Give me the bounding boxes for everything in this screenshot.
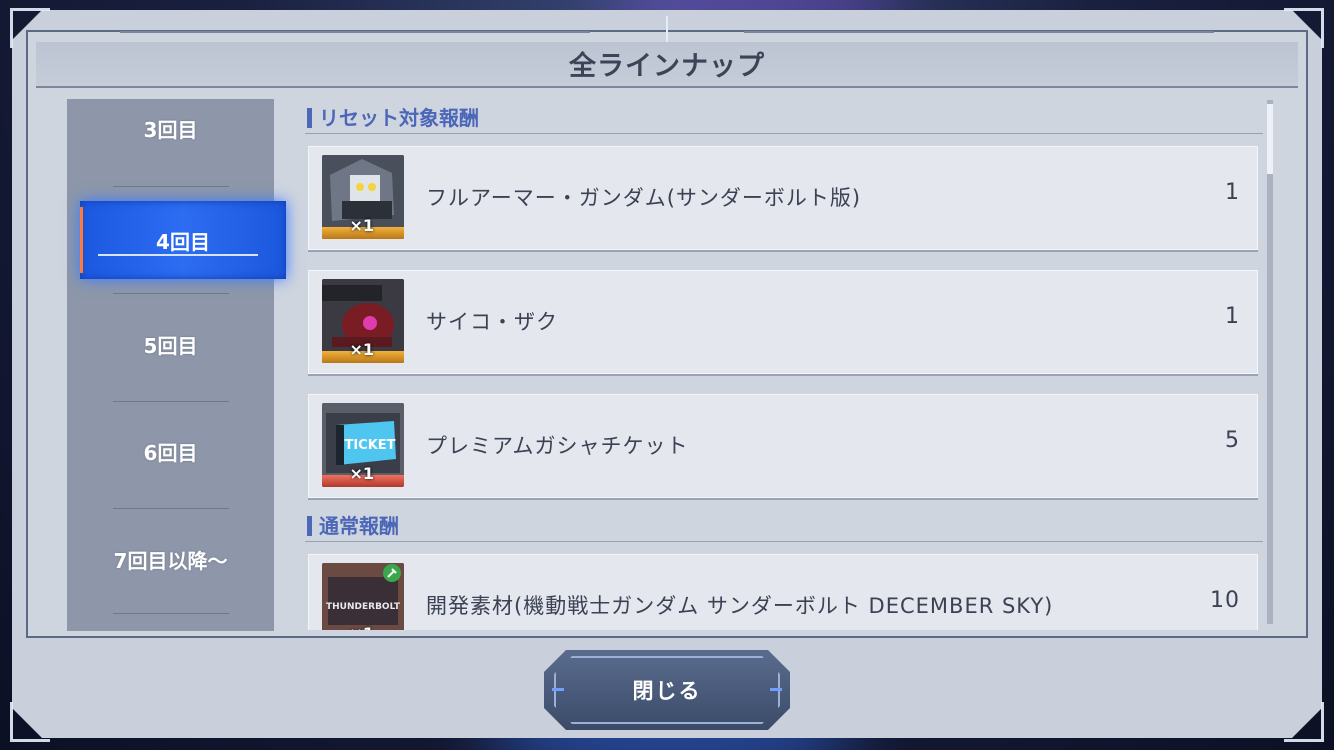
sidebar-item-label: 4回目 — [156, 229, 210, 254]
selection-underline — [98, 254, 258, 256]
reward-name: 開発素材(機動戦士ガンダム サンダーボルト DECEMBER SKY) — [426, 594, 1054, 618]
button-accent — [770, 688, 782, 691]
frame-corner — [1284, 8, 1324, 48]
scrollbar-thumb[interactable] — [1267, 104, 1273, 174]
sidebar-item-round-6[interactable]: 6回目 — [67, 398, 274, 505]
reward-name: プレミアムガシャチケット — [426, 434, 689, 458]
close-button-label: 閉じる — [632, 679, 702, 703]
sidebar-item-round-3[interactable]: 3回目 — [67, 75, 274, 182]
thumb-quantity: ×1 — [349, 624, 374, 630]
ticket-label: TICKET — [344, 438, 395, 453]
reward-row: ×1 サイコ・ザク 1 — [308, 270, 1258, 374]
sidebar-item-round-4-selected[interactable]: 4回目 — [80, 201, 286, 279]
scrollbar-track[interactable] — [1267, 100, 1273, 624]
material-label: THUNDERBOLT — [326, 602, 401, 612]
reward-row: THUNDERBOLT ×1 開発素材(機動戦士ガンダム サンダーボルト DEC… — [308, 554, 1258, 630]
reward-count: 1 — [1225, 304, 1240, 329]
thunderbolt-material-icon: THUNDERBOLT ×1 — [322, 563, 404, 630]
selection-marker — [80, 207, 83, 273]
reward-count: 5 — [1225, 428, 1240, 453]
button-accent — [552, 688, 564, 691]
thumb-quantity: ×1 — [349, 216, 374, 235]
sidebar-item-round-7-plus[interactable]: 7回目以降〜 — [67, 506, 274, 613]
frame-corner — [1284, 702, 1324, 742]
thumb-quantity: ×1 — [349, 464, 374, 483]
reward-count: 1 — [1225, 180, 1240, 205]
reward-name: サイコ・ザク — [426, 310, 558, 334]
reward-name: フルアーマー・ガンダム(サンダーボルト版) — [426, 186, 862, 210]
reward-list[interactable]: リセット対象報酬 ×1 フルアーマー・ガンダム(サンダーボルト版) 1 ×1 サ… — [300, 96, 1265, 630]
ticket-icon: TICKET ×1 — [322, 403, 404, 487]
reward-row: ×1 フルアーマー・ガンダム(サンダーボルト版) 1 — [308, 146, 1258, 250]
frame-tick — [666, 16, 668, 42]
divider — [744, 31, 1214, 33]
sidebar-item-round-5[interactable]: 5回目 — [67, 291, 274, 398]
divider — [113, 186, 229, 187]
reward-row: TICKET ×1 プレミアムガシャチケット 5 — [308, 394, 1258, 498]
thumb-quantity: ×1 — [349, 340, 374, 359]
psycho-zaku-icon: ×1 — [322, 279, 404, 363]
reward-count: 10 — [1210, 588, 1240, 613]
close-button[interactable]: 閉じる — [544, 650, 790, 730]
section-heading-reset: リセット対象報酬 — [305, 104, 1263, 134]
divider — [113, 613, 229, 614]
frame-corner — [10, 8, 50, 48]
full-armor-gundam-icon: ×1 — [322, 155, 404, 239]
frame-corner — [10, 702, 50, 742]
divider — [120, 31, 590, 33]
round-sidebar: 3回目 5回目 6回目 7回目以降〜 — [67, 99, 274, 631]
section-heading-normal: 通常報酬 — [305, 512, 1263, 542]
